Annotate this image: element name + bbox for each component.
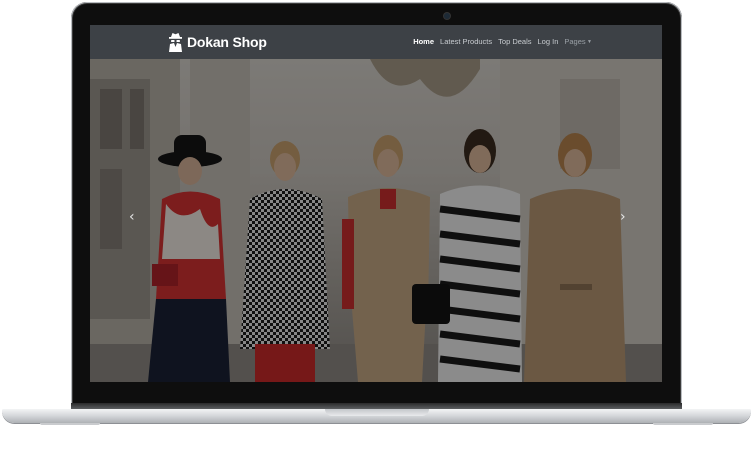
- main-nav: Home Latest Products Top Deals Log In Pa…: [407, 37, 592, 46]
- laptop-foot-left: [40, 423, 100, 425]
- spy-icon: [169, 33, 182, 52]
- nav-top-deals[interactable]: Top Deals: [498, 37, 531, 46]
- brand-link[interactable]: Dokan Shop: [168, 32, 267, 52]
- nav-pages-dropdown[interactable]: Pages ▼: [564, 37, 592, 46]
- hero-overlay: [90, 59, 662, 382]
- caret-down-icon: ▼: [585, 39, 592, 45]
- chevron-left-icon[interactable]: ‹: [129, 209, 135, 225]
- nav-latest-products[interactable]: Latest Products: [440, 37, 492, 46]
- laptop-foot-right: [653, 423, 713, 425]
- navbar: Dokan Shop Home Latest Products Top Deal…: [90, 25, 662, 59]
- laptop-notch: [325, 409, 429, 416]
- camera-icon: [444, 13, 450, 19]
- hero-slide: ‹ ›: [90, 59, 662, 382]
- nav-home[interactable]: Home: [413, 37, 434, 46]
- laptop-screen: Dokan Shop Home Latest Products Top Deal…: [90, 25, 662, 382]
- nav-log-in[interactable]: Log In: [538, 37, 559, 46]
- nav-pages-label: Pages: [564, 37, 586, 46]
- brand-name: Dokan Shop: [187, 34, 267, 50]
- chevron-right-icon[interactable]: ›: [620, 209, 626, 225]
